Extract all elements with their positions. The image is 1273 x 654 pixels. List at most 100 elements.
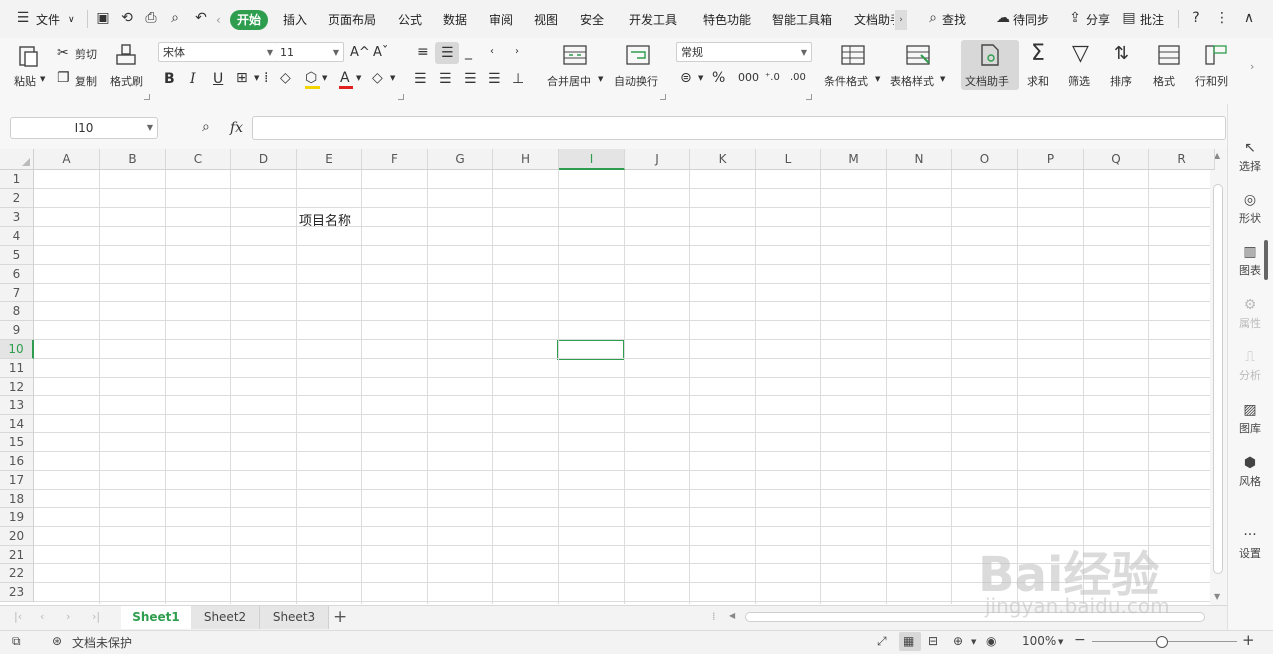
- share-button[interactable]: 分享: [1086, 10, 1110, 30]
- formula-input[interactable]: [252, 116, 1226, 140]
- zoom-level[interactable]: 100%: [1022, 634, 1056, 648]
- eye-protection-icon[interactable]: ◉: [986, 634, 996, 648]
- table-style-icon[interactable]: [905, 43, 931, 67]
- column-header-j[interactable]: J: [625, 149, 690, 170]
- alignment-dialog-launcher[interactable]: [660, 94, 666, 100]
- row-header-14[interactable]: 14: [0, 415, 34, 433]
- hamburger-icon[interactable]: ☰: [14, 9, 32, 27]
- row-header-18[interactable]: 18: [0, 490, 34, 508]
- border-dropdown-icon[interactable]: ▼: [254, 74, 259, 82]
- cell-grid[interactable]: 项目名称: [34, 170, 1210, 604]
- format-painter-button[interactable]: 格式刷: [110, 73, 143, 89]
- align-right-icon[interactable]: ☰: [464, 71, 477, 87]
- row-header-6[interactable]: 6: [0, 265, 34, 284]
- file-menu[interactable]: 文件: [36, 10, 60, 30]
- row-col-button[interactable]: 行和列: [1195, 73, 1228, 89]
- conditional-format-button[interactable]: 条件格式: [824, 73, 868, 89]
- align-center-icon[interactable]: ☰: [439, 71, 452, 87]
- sheet-tab-2[interactable]: Sheet2: [191, 606, 260, 629]
- tab-special[interactable]: 特色功能: [703, 10, 751, 30]
- conditional-format-icon[interactable]: [840, 43, 866, 67]
- ribbon-scroll-right-icon[interactable]: ›: [1250, 60, 1254, 73]
- first-sheet-icon[interactable]: |‹: [14, 610, 22, 623]
- comment-button[interactable]: 批注: [1140, 10, 1164, 30]
- copy-icon[interactable]: ❐: [57, 70, 70, 86]
- vertical-scroll-thumb[interactable]: [1213, 184, 1223, 574]
- column-header-l[interactable]: L: [756, 149, 821, 170]
- column-header-m[interactable]: M: [821, 149, 887, 170]
- tab-home[interactable]: 开始: [230, 10, 268, 30]
- currency-dropdown-icon[interactable]: ▼: [698, 74, 703, 82]
- print-icon[interactable]: ⎙: [142, 9, 160, 27]
- row-header-23[interactable]: 23: [0, 583, 34, 602]
- increase-font-icon[interactable]: A^: [350, 45, 370, 61]
- tab-smart-toolbox[interactable]: 智能工具箱: [772, 10, 832, 30]
- column-header-n[interactable]: N: [887, 149, 952, 170]
- sheet-tab-3[interactable]: Sheet3: [260, 606, 329, 629]
- column-header-b[interactable]: B: [100, 149, 166, 170]
- sidebar-item-style[interactable]: ⬢ 风格: [1229, 455, 1271, 489]
- row-header-7[interactable]: 7: [0, 284, 34, 302]
- font-color-icon[interactable]: A: [340, 70, 350, 86]
- filter-icon[interactable]: ▽: [1072, 42, 1089, 66]
- column-header-r[interactable]: R: [1149, 149, 1215, 170]
- tabs-scroll-right-icon[interactable]: ›: [895, 10, 907, 30]
- more-arrow-icon[interactable]: ‹: [216, 10, 221, 30]
- tab-insert[interactable]: 插入: [283, 10, 307, 30]
- row-col-icon[interactable]: [1203, 43, 1229, 67]
- more-icon[interactable]: ⋮: [1213, 9, 1231, 27]
- zoom-in-button[interactable]: +: [1242, 631, 1255, 649]
- chevron-down-icon[interactable]: ∨: [68, 10, 75, 30]
- add-sheet-button[interactable]: +: [333, 607, 347, 627]
- protect-status[interactable]: 文档未保护: [72, 634, 132, 651]
- justify-icon[interactable]: ☰: [488, 71, 501, 87]
- column-header-d[interactable]: D: [231, 149, 297, 170]
- number-format-select[interactable]: 常规 ▼: [676, 42, 812, 62]
- align-bottom-icon[interactable]: _: [465, 44, 472, 60]
- select-all-corner[interactable]: [0, 149, 34, 170]
- table-style-button[interactable]: 表格样式: [890, 73, 934, 89]
- zoom-formula-icon[interactable]: ⌕: [202, 119, 210, 135]
- collapse-ribbon-icon[interactable]: ∧: [1240, 9, 1258, 27]
- clear-format-icon[interactable]: ◇: [372, 70, 383, 86]
- sum-icon[interactable]: Σ: [1031, 42, 1045, 66]
- row-header-8[interactable]: 8: [0, 302, 34, 321]
- copy-button[interactable]: 复制: [75, 73, 97, 89]
- thousands-icon[interactable]: 000: [738, 70, 759, 86]
- last-sheet-icon[interactable]: ›|: [92, 610, 100, 623]
- column-header-a[interactable]: A: [34, 149, 100, 170]
- scissors-icon[interactable]: ✂: [57, 45, 69, 61]
- sort-icon[interactable]: ⇅: [1114, 43, 1129, 65]
- decrease-decimal-icon[interactable]: .00: [790, 70, 806, 86]
- tab-formula[interactable]: 公式: [398, 10, 422, 30]
- number-dialog-launcher[interactable]: [806, 94, 812, 100]
- sidebar-item-select[interactable]: ↖ 选择: [1229, 140, 1271, 174]
- row-header-5[interactable]: 5: [0, 246, 34, 265]
- macro-icon[interactable]: ⧉: [12, 634, 21, 649]
- sort-button[interactable]: 排序: [1110, 73, 1132, 89]
- paste-icon[interactable]: [16, 44, 42, 68]
- column-header-g[interactable]: G: [428, 149, 493, 170]
- print-preview-icon[interactable]: ⌕: [166, 9, 184, 27]
- column-header-k[interactable]: K: [690, 149, 756, 170]
- indent-increase-icon[interactable]: ›: [515, 44, 519, 60]
- paste-button[interactable]: 粘贴: [14, 73, 36, 89]
- row-header-15[interactable]: 15: [0, 433, 34, 452]
- row-header-9[interactable]: 9: [0, 321, 34, 340]
- next-sheet-icon[interactable]: ›: [66, 610, 70, 623]
- fill-color-icon[interactable]: ◇: [280, 70, 291, 86]
- column-header-o[interactable]: O: [952, 149, 1018, 170]
- currency-icon[interactable]: ⊜: [680, 70, 692, 86]
- zoom-slider-thumb[interactable]: [1156, 636, 1168, 648]
- scroll-left-icon[interactable]: ◀: [729, 611, 735, 620]
- sidebar-item-settings[interactable]: ··· 设置: [1229, 527, 1271, 561]
- undo-icon[interactable]: ↶: [192, 9, 210, 27]
- sidebar-item-chart[interactable]: ▥ 图表: [1229, 244, 1271, 278]
- zoom-dropdown-icon[interactable]: ▼: [1058, 638, 1063, 646]
- column-header-p[interactable]: P: [1018, 149, 1084, 170]
- tab-split-handle[interactable]: ⁞: [712, 610, 716, 623]
- reading-mode-icon[interactable]: ⊕: [953, 634, 963, 648]
- horizontal-scroll-thumb[interactable]: [745, 612, 1205, 622]
- sync-status[interactable]: 待同步: [1013, 10, 1049, 30]
- name-box[interactable]: I10 ▼: [10, 117, 158, 139]
